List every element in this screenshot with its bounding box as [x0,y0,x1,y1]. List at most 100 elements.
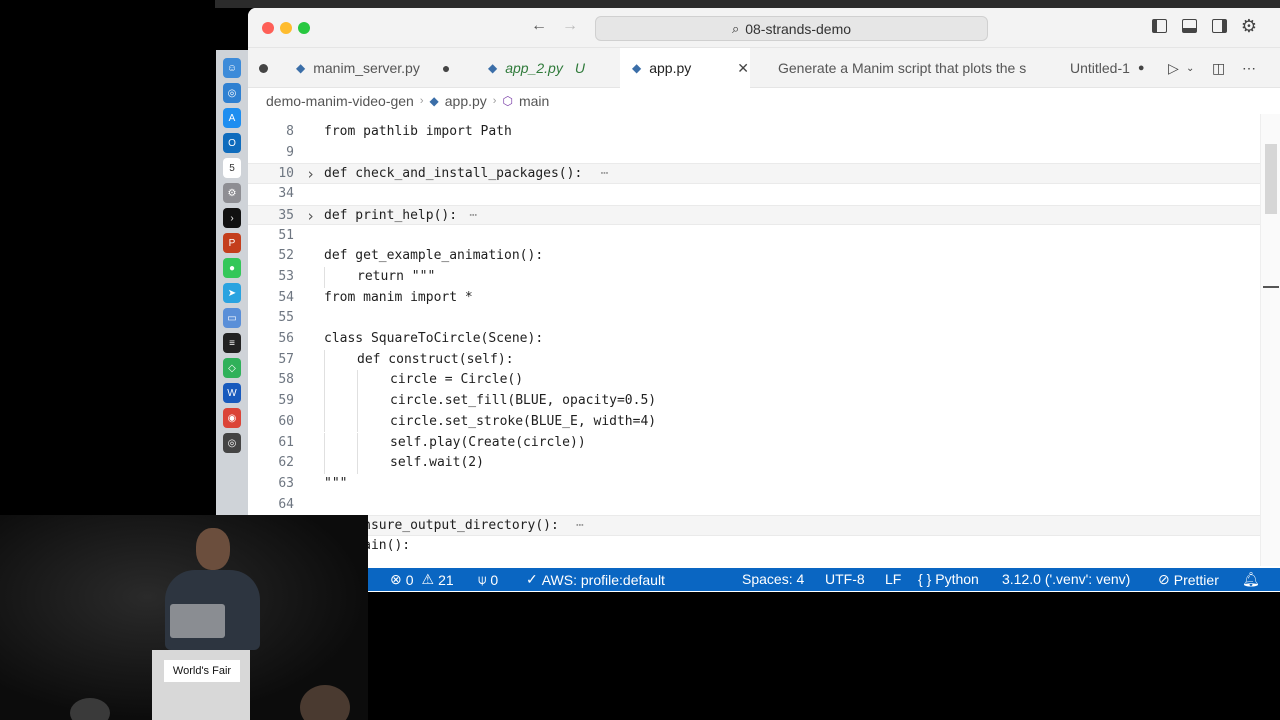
safari-icon[interactable]: ◎ [223,83,241,103]
notifications-bell-icon[interactable]: 🔔︎ [1242,571,1260,588]
settings-gear-icon[interactable]: ⚙ [1240,16,1258,36]
code-line[interactable]: 60 circle.set_stroke(BLUE_E, width=4) [248,411,1260,433]
prettier-label: Prettier [1173,571,1219,588]
line-number: 53 [278,268,294,284]
finder-icon[interactable]: ☺ [223,58,241,78]
code-line[interactable]: 34 [248,184,1260,205]
run-dropdown-icon[interactable]: ⌄ [1186,63,1194,74]
breadcrumb-file[interactable]: app.py [445,93,487,109]
macos-dock: ☺ ◎ A O 5 ⚙ › P ● ➤ ▭ ≡ ◇ W ◉ ◎ [216,50,248,515]
screen: ☺ ◎ A O 5 ⚙ › P ● ➤ ▭ ≡ ◇ W ◉ ◎ ← → ⌕ 08… [0,0,1280,720]
code-editor[interactable]: 8 from pathlib import Path 9 10 › def check_a… [248,114,1260,566]
outlook-icon[interactable]: O [223,133,241,153]
equalizer-icon[interactable]: ≡ [223,333,241,353]
code-line[interactable]: 59 circle.set_fill(BLUE, opacity=0.5) [248,391,1260,412]
line-number: 61 [278,434,294,450]
code-line[interactable]: 61 self.play(Create(circle)) [248,432,1260,454]
indentation-status[interactable]: Spaces: 4 [742,571,804,587]
tab-untitled-1[interactable]: Untitled-1 ● [1068,48,1147,88]
code-line[interactable]: 58 circle = Circle() [248,370,1260,392]
eol-label: LF [885,571,902,587]
terminal-icon[interactable]: › [223,208,241,228]
green-app-icon[interactable]: ◇ [223,358,241,378]
breadcrumb-folder[interactable]: demo-manim-video-gen [266,93,414,109]
tab-app[interactable]: ◆ app.py ✕ [620,48,750,88]
fold-chevron-icon[interactable]: › [306,165,315,183]
chrome-icon[interactable]: ◉ [223,408,241,428]
settings-icon[interactable]: ⚙ [223,183,241,203]
powerpoint-icon[interactable]: P [223,233,241,253]
run-file-icon[interactable]: ▷ [1168,60,1179,77]
code-line[interactable]: 55 [248,308,1260,329]
close-window-button[interactable] [262,22,274,34]
prettier-status[interactable]: ⊘ Prettier [1158,571,1219,588]
language-label: Python [935,571,979,587]
telegram-icon[interactable]: ➤ [223,283,241,303]
code-line[interactable]: 52 def get_example_animation(): [248,246,1260,267]
line-number: 55 [278,310,294,326]
warning-icon: ⚠ [421,571,435,587]
app-store-icon[interactable]: A [223,108,241,128]
word-icon[interactable]: W [223,383,241,403]
error-icon: ⊗ [390,571,402,587]
interpreter-status[interactable]: 3.12.0 ('.venv': venv) [1002,571,1130,587]
fold-chevron-icon[interactable]: › [306,207,315,225]
python-file-icon: ◆ [429,94,439,108]
code-line[interactable]: 57 def construct(self): [248,349,1260,371]
code-line[interactable]: 51 [248,226,1260,247]
screenshot-icon[interactable]: ◎ [223,433,241,453]
tab-manim-server[interactable]: ◆ manim_server.py ● [286,48,460,88]
code-text: circle = Circle() [390,372,524,388]
forward-arrow-icon[interactable]: → [562,17,578,35]
breadcrumb-symbol[interactable]: main [519,93,549,109]
check-icon: ✓ [526,571,538,587]
indent-guide [357,411,358,433]
chevron-right-icon: › [419,95,424,107]
eol-status[interactable]: LF [885,571,901,587]
tab-modified-indicator[interactable]: ● [442,60,450,76]
tab-app-2[interactable]: ◆ app_2.py U [478,48,595,88]
line-number: 63 [278,475,294,491]
language-mode-status[interactable]: { } Python [918,571,979,587]
editor-scrollbar[interactable] [1260,114,1280,566]
code-line[interactable]: 56 class SquareToCircle(Scene): [248,329,1260,350]
toggle-panel-icon[interactable] [1180,17,1198,35]
line-number: 60 [278,413,294,429]
encoding-status[interactable]: UTF-8 [825,571,865,587]
zoom-window-button[interactable] [298,22,310,34]
code-line[interactable]: 54 from manim import * [248,288,1260,309]
code-line[interactable]: 35 › def print_help(): ⋯ [248,204,1260,226]
messages-icon[interactable]: ● [223,258,241,278]
scrollbar-thumb[interactable] [1265,144,1277,214]
back-arrow-icon[interactable]: ← [531,17,547,35]
code-line[interactable]: 10 › def check_and_install_packages(): ⋯ [248,163,1260,185]
aws-profile-status[interactable]: ✓ AWS: profile:default [526,571,665,588]
code-line[interactable]: 8 from pathlib import Path [248,122,1260,143]
split-editor-icon[interactable]: ◫ [1212,60,1225,77]
command-center-search[interactable]: ⌕ 08-strands-demo [595,16,988,41]
ports-status[interactable]: ⍦ 0 [478,571,498,588]
code-line[interactable]: 65›def ensure_output_directory():⋯ [248,515,1260,536]
code-line[interactable]: 62 self.wait(2) [248,453,1260,474]
indent-guide [324,432,325,454]
folded-region-ellipsis[interactable]: ⋯ [601,166,609,181]
tab-close-icon[interactable]: ✕ [737,60,749,77]
more-actions-icon[interactable]: ⋯ [1242,60,1256,77]
folded-region-ellipsis[interactable]: ⋯ [469,208,477,223]
minimize-window-button[interactable] [280,22,292,34]
code-line[interactable]: def main(): [248,536,1260,557]
toggle-primary-sidebar-icon[interactable] [1150,17,1168,35]
calendar-icon[interactable]: 5 [223,158,241,178]
problems-status[interactable]: ⊗ 0 ⚠ 21 [390,571,454,588]
code-line[interactable]: 53 return """ [248,266,1260,288]
toggle-secondary-sidebar-icon[interactable] [1210,17,1228,35]
code-line[interactable]: 64 [248,495,1260,516]
indent-guide [324,266,325,288]
code-line[interactable]: 63 """ [248,474,1260,495]
code-line[interactable]: 9 [248,143,1260,164]
chevron-right-icon: › [492,95,497,107]
tab-chat-prompt[interactable]: Generate a Manim script that plots the s [768,48,1076,88]
podium-laptop [170,604,225,638]
preview-icon[interactable]: ▭ [223,308,241,328]
folded-region-ellipsis[interactable]: ⋯ [576,518,584,533]
